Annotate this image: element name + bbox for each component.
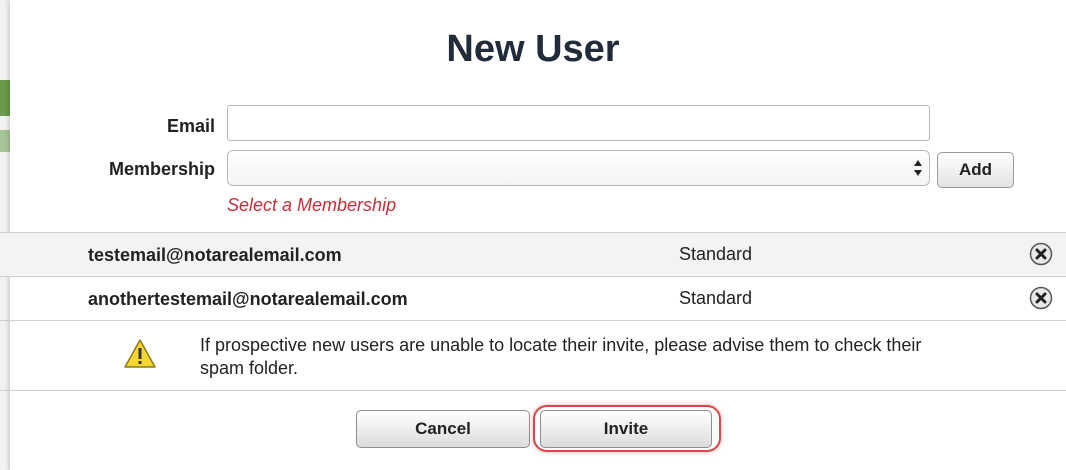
spam-folder-notice: If prospective new users are unable to l… — [0, 322, 1066, 391]
page: New User Email Membership Add Select a M… — [0, 0, 1066, 470]
warning-triangle-icon — [123, 338, 157, 370]
background-app-edge-accent-light — [0, 130, 10, 152]
membership-validation-message: Select a Membership — [227, 195, 397, 215]
list-item: testemail@notarealemail.com Standard — [0, 232, 1066, 276]
email-input[interactable] — [227, 105, 930, 141]
user-email: anothertestemail@notarealemail.com — [88, 289, 408, 309]
invite-button[interactable]: Invite — [540, 410, 712, 448]
background-app-edge-accent — [0, 80, 10, 116]
membership-label: Membership — [108, 159, 215, 179]
pending-users-list: testemail@notarealemail.com Standard ano… — [0, 232, 1066, 321]
remove-user-button[interactable] — [1029, 286, 1053, 310]
remove-user-button[interactable] — [1029, 242, 1053, 266]
close-circle-icon — [1029, 242, 1053, 266]
close-circle-icon — [1029, 286, 1053, 310]
notice-text: If prospective new users are unable to l… — [200, 335, 922, 378]
cancel-button[interactable]: Cancel — [356, 410, 530, 448]
email-label: Email — [166, 116, 215, 136]
membership-select[interactable] — [227, 150, 930, 186]
add-membership-button[interactable]: Add — [937, 152, 1014, 188]
user-membership: Standard — [679, 288, 753, 308]
list-item: anothertestemail@notarealemail.com Stand… — [0, 276, 1066, 321]
select-arrows-icon — [913, 156, 923, 180]
user-email: testemail@notarealemail.com — [88, 245, 342, 265]
dialog-title: New User — [446, 28, 620, 70]
user-membership: Standard — [679, 244, 753, 264]
